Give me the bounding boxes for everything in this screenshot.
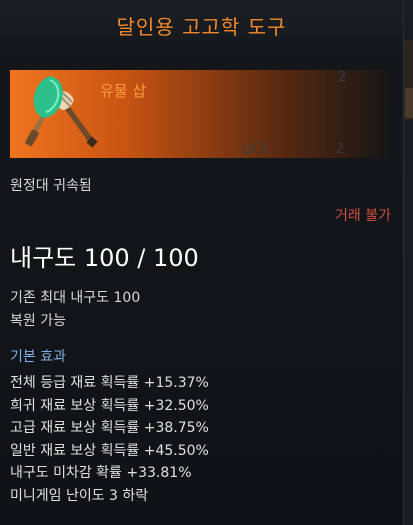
item-name: 유물 삽	[100, 82, 147, 100]
effect-item: 미니게임 난이도 3 하락	[10, 487, 149, 504]
effect-item: 전체 등급 재료 획득률 +15.37%	[10, 375, 209, 391]
background-slot-accent	[405, 88, 413, 118]
effect-item: 일반 재료 보상 획득률 +45.50%	[10, 442, 209, 459]
item-banner: 유물 삽 LV.3 2 2	[10, 70, 393, 158]
trade-status: 거래 불가	[335, 208, 391, 224]
bound-status: 원정대 귀속됨	[10, 178, 92, 194]
effects-list: 전체 등급 재료 획득률 +15.37% 희귀 재료 보상 획득률 +32.50…	[10, 372, 209, 508]
effect-item: 고급 재료 보상 획득률 +38.75%	[10, 420, 209, 437]
item-tooltip: 달인용 고고학 도구 유물 삽 LV.3 2 2 원정대 귀속됨 거래 불가 내…	[0, 0, 404, 525]
durability-value: 내구도 100 / 100	[10, 244, 199, 272]
background-number-a: 2	[338, 70, 347, 85]
max-durability: 기존 최대 내구도 100	[10, 290, 141, 306]
background-number-b: 2	[336, 142, 345, 157]
background-level-text: LV.3	[242, 142, 268, 157]
effect-item: 내구도 미차감 확률 +33.81%	[10, 465, 192, 482]
restorable-status: 복원 가능	[10, 313, 66, 329]
shovel-icon	[25, 76, 98, 148]
tooltip-header: 달인용 고고학 도구	[0, 0, 403, 50]
basic-effects-header: 기본 효과	[10, 349, 66, 365]
tooltip-title: 달인용 고고학 도구	[116, 14, 287, 39]
effect-item: 희귀 재료 보상 획득률 +32.50%	[10, 397, 209, 414]
